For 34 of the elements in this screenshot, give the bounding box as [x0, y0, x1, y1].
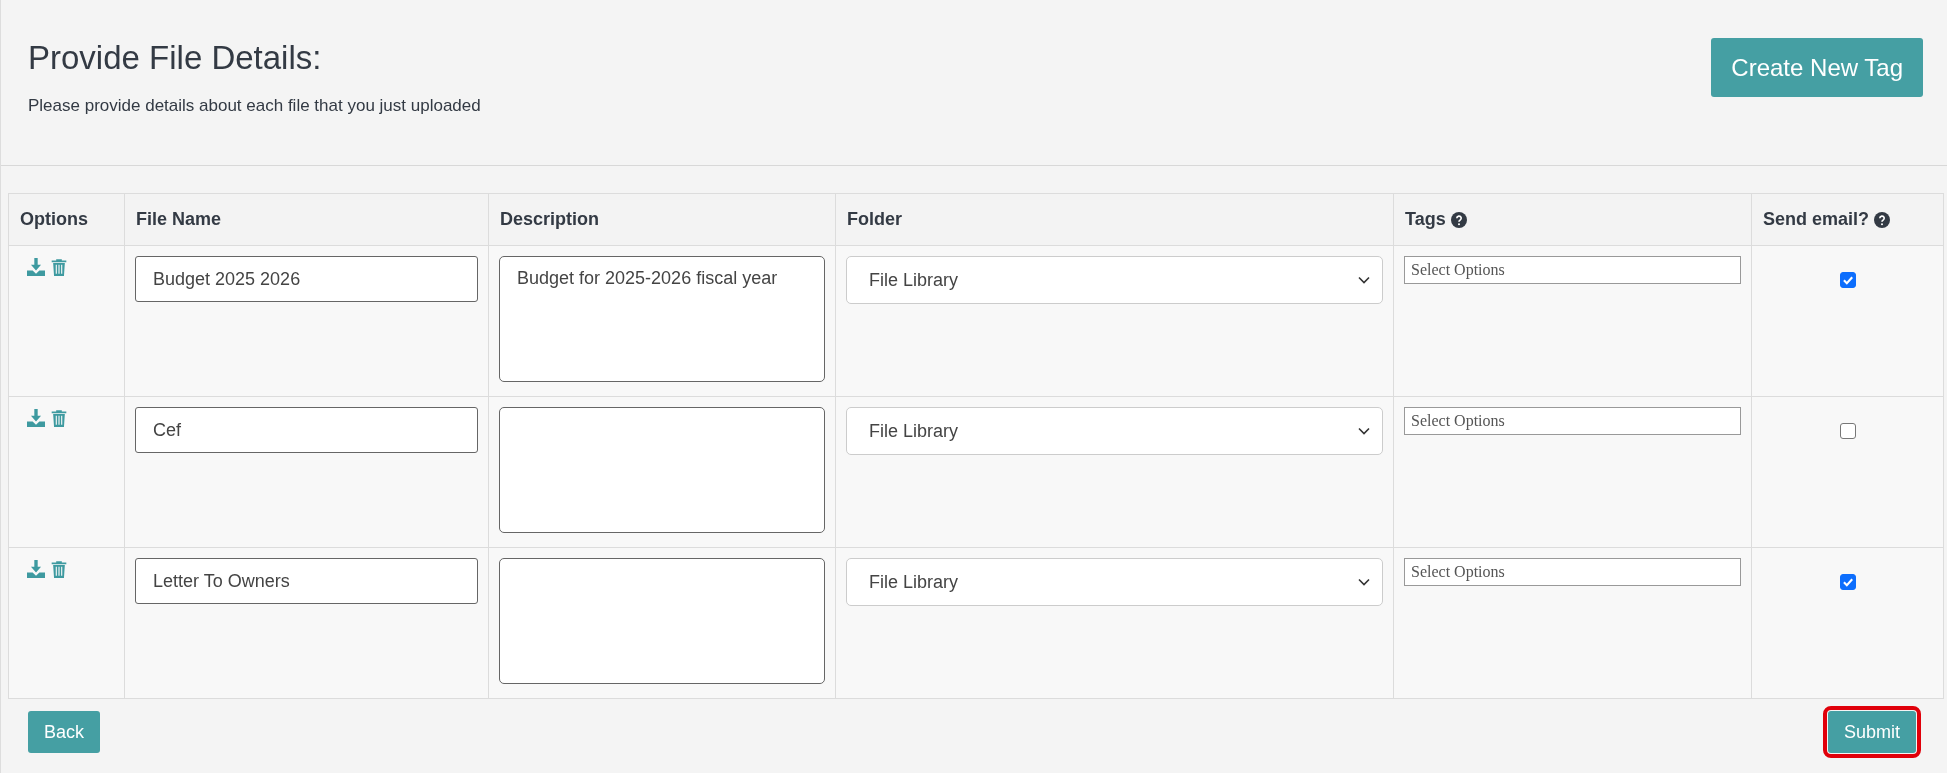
- description-textarea[interactable]: Budget for 2025-2026 fiscal year: [499, 256, 825, 382]
- column-header: Options: [20, 209, 88, 230]
- file-name-input[interactable]: Cef: [135, 407, 478, 453]
- column-header: File Name: [136, 209, 222, 230]
- trash-icon[interactable]: [50, 409, 68, 427]
- page-subtitle: Please provide details about each file that you just uploaded: [28, 95, 481, 116]
- folder-select[interactable]: File Library: [846, 256, 1383, 304]
- help-icon[interactable]: [1874, 211, 1891, 228]
- help-icon[interactable]: [1450, 211, 1467, 228]
- column-header: Folder: [847, 209, 902, 230]
- trash-icon[interactable]: [50, 560, 68, 578]
- download-icon[interactable]: [27, 560, 45, 578]
- column-header: Tags: [1405, 209, 1446, 230]
- download-icon[interactable]: [27, 258, 45, 276]
- tags-select-field[interactable]: Select Options: [1404, 407, 1741, 435]
- column-header: Send email?: [1763, 209, 1870, 230]
- tags-select-field[interactable]: Select Options: [1404, 558, 1741, 586]
- chevron-down-icon[interactable]: [1358, 578, 1370, 586]
- folder-select[interactable]: File Library: [846, 558, 1383, 606]
- description-textarea[interactable]: [499, 558, 825, 684]
- chevron-down-icon[interactable]: [1358, 276, 1370, 284]
- page-title: Provide File Details:: [28, 38, 323, 78]
- download-icon[interactable]: [27, 409, 45, 427]
- column-header: Description: [500, 209, 600, 230]
- send-email-checkbox[interactable]: [1839, 574, 1856, 590]
- send-email-checkbox[interactable]: [1839, 423, 1856, 439]
- chevron-down-icon[interactable]: [1358, 427, 1370, 435]
- folder-select[interactable]: File Library: [846, 407, 1383, 455]
- tags-select-field[interactable]: Select Options: [1404, 256, 1741, 284]
- trash-icon[interactable]: [50, 258, 68, 276]
- file-name-input[interactable]: Budget 2025 2026: [135, 256, 478, 302]
- send-email-checkbox[interactable]: [1839, 272, 1856, 288]
- file-name-input[interactable]: Letter To Owners: [135, 558, 478, 604]
- description-textarea[interactable]: [499, 407, 825, 533]
